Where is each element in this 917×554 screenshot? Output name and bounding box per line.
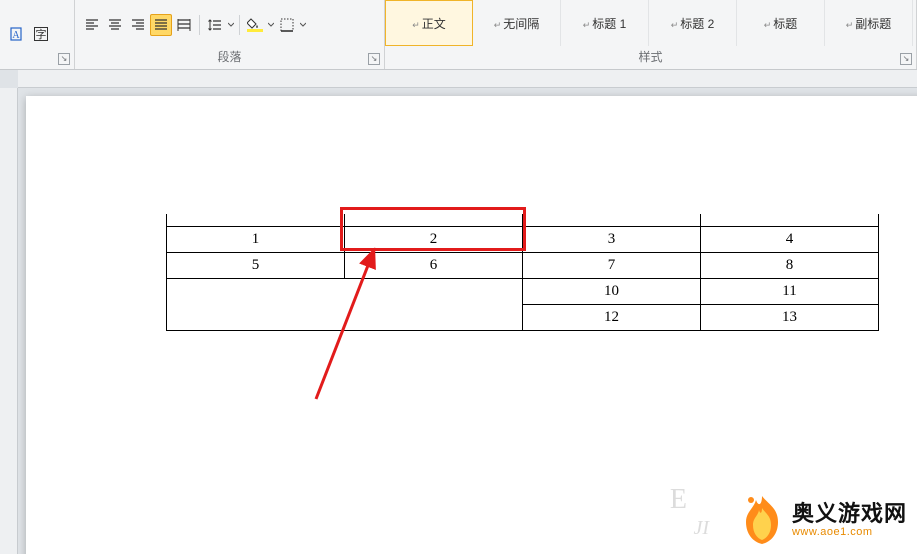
page[interactable]: 1234567810111213 xyxy=(26,96,917,554)
styles-gallery: ↵正文↵无间隔↵标题 1↵标题 2↵标题↵副标题 xyxy=(385,0,916,46)
borders-button[interactable] xyxy=(276,14,298,36)
style-item-5[interactable]: ↵副标题 xyxy=(825,0,913,46)
para-mark-icon: ↵ xyxy=(846,20,854,30)
style-item-2[interactable]: ↵标题 1 xyxy=(561,0,649,46)
site-watermark: 奥义游戏网 www.aoe1.com xyxy=(738,494,907,546)
align-left-button[interactable] xyxy=(81,14,103,36)
table-pad-cell[interactable] xyxy=(167,214,345,226)
table-cell[interactable]: 12 xyxy=(523,304,701,330)
table-cell-merged[interactable] xyxy=(167,278,523,330)
svg-text:A: A xyxy=(12,30,20,41)
style-item-label: 标题 2 xyxy=(680,17,714,31)
watermark-url: www.aoe1.com xyxy=(792,526,907,538)
separator xyxy=(199,15,200,35)
document-table[interactable]: 1234567810111213 xyxy=(166,214,879,331)
line-spacing-button[interactable] xyxy=(204,14,226,36)
table-cell[interactable]: 11 xyxy=(701,278,879,304)
para-mark-icon: ↵ xyxy=(494,20,502,30)
table-cell[interactable]: 5 xyxy=(167,252,345,278)
table-row: 5678 xyxy=(167,252,879,278)
table-cell[interactable]: 10 xyxy=(523,278,701,304)
style-item-label: 副标题 xyxy=(855,17,891,31)
ribbon-group-font: A 字 ↘ xyxy=(0,0,75,69)
flame-icon xyxy=(738,494,786,546)
style-item-label: 标题 1 xyxy=(592,17,626,31)
paragraph-dialog-launcher[interactable]: ↘ xyxy=(368,53,380,65)
styles-group-label: 样式 ↘ xyxy=(385,46,916,69)
table-cell[interactable]: 6 xyxy=(345,252,523,278)
document-area: 1234567810111213 E JI xyxy=(0,70,917,554)
para-mark-icon: ↵ xyxy=(671,20,679,30)
ruler-vertical[interactable] xyxy=(0,88,18,554)
font-dialog-launcher[interactable]: ↘ xyxy=(58,53,70,65)
character-border-button[interactable]: 字 xyxy=(30,23,52,45)
style-item-1[interactable]: ↵无间隔 xyxy=(473,0,561,46)
watermark-title: 奥义游戏网 xyxy=(792,502,907,526)
table-cell[interactable]: 8 xyxy=(701,252,879,278)
ribbon-group-styles: ↵正文↵无间隔↵标题 1↵标题 2↵标题↵副标题 样式 ↘ xyxy=(385,0,917,69)
ribbon: A 字 ↘ xyxy=(0,0,917,70)
para-mark-icon: ↵ xyxy=(583,20,591,30)
ribbon-group-paragraph: 段落 ↘ xyxy=(75,0,385,69)
table-cell[interactable]: 13 xyxy=(701,304,879,330)
align-right-button[interactable] xyxy=(127,14,149,36)
table-cell[interactable]: 3 xyxy=(523,226,701,252)
para-mark-icon: ↵ xyxy=(412,20,420,30)
table-cell[interactable]: 2 xyxy=(345,226,523,252)
font-group-label: ↘ xyxy=(0,63,74,69)
table-row: 1011 xyxy=(167,278,879,304)
distribute-button[interactable] xyxy=(173,14,195,36)
separator xyxy=(239,15,240,35)
highlight-button[interactable]: A xyxy=(6,23,28,45)
line-spacing-dropdown[interactable] xyxy=(227,22,235,28)
shading-dropdown[interactable] xyxy=(267,22,275,28)
table-pad-cell[interactable] xyxy=(523,214,701,226)
svg-text:字: 字 xyxy=(36,27,47,41)
table-row: 1234 xyxy=(167,226,879,252)
watermark-glyph-e: E xyxy=(670,484,687,516)
table-wrapper: 1234567810111213 xyxy=(166,214,879,331)
style-item-label: 标题 xyxy=(773,17,797,31)
style-item-0[interactable]: ↵正文 xyxy=(385,0,473,46)
style-item-4[interactable]: ↵标题 xyxy=(737,0,825,46)
style-item-label: 正文 xyxy=(422,17,446,31)
ruler-horizontal[interactable] xyxy=(18,70,917,88)
borders-dropdown[interactable] xyxy=(299,22,307,28)
table-pad-cell[interactable] xyxy=(345,214,523,226)
para-mark-icon: ↵ xyxy=(764,20,772,30)
paragraph-group-label: 段落 ↘ xyxy=(75,46,384,69)
style-item-3[interactable]: ↵标题 2 xyxy=(649,0,737,46)
table-cell[interactable]: 4 xyxy=(701,226,879,252)
table-pad-cell[interactable] xyxy=(701,214,879,226)
table-cell[interactable]: 7 xyxy=(523,252,701,278)
align-center-button[interactable] xyxy=(104,14,126,36)
watermark-glyph-u: JI xyxy=(693,517,709,540)
styles-dialog-launcher[interactable]: ↘ xyxy=(900,53,912,65)
table-cell[interactable]: 1 xyxy=(167,226,345,252)
style-item-label: 无间隔 xyxy=(503,17,539,31)
align-justify-button[interactable] xyxy=(150,14,172,36)
shading-button[interactable] xyxy=(244,14,266,36)
